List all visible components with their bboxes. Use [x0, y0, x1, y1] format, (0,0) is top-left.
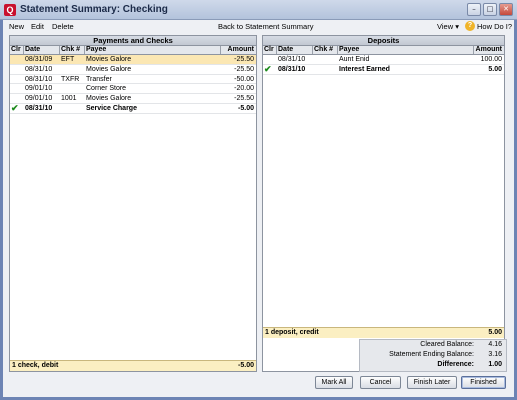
- how-do-i-link[interactable]: How Do I?: [477, 22, 512, 31]
- deposits-column-headers: Clr Date Chk # Payee Amount: [263, 46, 504, 55]
- payments-rows: 08/31/09 EFT Movies Galore -25.50 08/31/…: [10, 55, 256, 114]
- payments-title: Payments and Checks: [10, 36, 256, 46]
- payments-column-headers: Clr Date Chk # Payee Amount: [10, 46, 256, 55]
- deposits-footer-total: 5.00: [488, 329, 502, 336]
- menu-bar: New Edit Delete Back to Statement Summar…: [3, 20, 514, 33]
- cleared-balance-row: Cleared Balance: 4.16: [420, 341, 502, 348]
- deposits-footer: 1 deposit, credit 5.00: [263, 327, 504, 338]
- table-row[interactable]: 08/31/10 Movies Galore -25.50: [10, 65, 256, 75]
- minimize-icon[interactable]: –: [467, 3, 481, 16]
- table-row[interactable]: 09/01/10 Corner Store -20.00: [10, 84, 256, 95]
- cleared-check-icon[interactable]: ✔: [263, 65, 277, 74]
- col-date[interactable]: Date: [277, 46, 313, 54]
- table-row[interactable]: 08/31/09 EFT Movies Galore -25.50: [10, 55, 256, 65]
- deposits-footer-label: 1 deposit, credit: [265, 329, 319, 336]
- app-window: Q Statement Summary: Checking – □ ✕ New …: [0, 0, 517, 400]
- finish-later-button[interactable]: Finish Later: [407, 376, 457, 389]
- table-row[interactable]: 08/31/10 TXFR Transfer -50.00: [10, 75, 256, 85]
- deposits-rows: 08/31/10 Aunt Enid 100.00 ✔ 08/31/10 Int…: [263, 55, 504, 75]
- deposits-panel: Deposits Clr Date Chk # Payee Amount 08/…: [262, 35, 505, 372]
- table-row[interactable]: 08/31/10 Aunt Enid 100.00: [263, 55, 504, 65]
- finished-button[interactable]: Finished: [461, 376, 506, 389]
- close-icon[interactable]: ✕: [499, 3, 513, 16]
- col-payee[interactable]: Payee: [85, 46, 221, 54]
- col-clr[interactable]: Clr: [263, 46, 277, 54]
- col-payee[interactable]: Payee: [338, 46, 474, 54]
- table-row[interactable]: 09/01/10 1001 Movies Galore -25.50: [10, 94, 256, 104]
- payments-panel: Payments and Checks Clr Date Chk # Payee…: [9, 35, 257, 372]
- table-row[interactable]: ✔ 08/31/10 Service Charge -5.00: [10, 104, 256, 114]
- maximize-icon[interactable]: □: [483, 3, 497, 16]
- payments-footer-total: -5.00: [238, 362, 254, 369]
- difference-row: Difference: 1.00: [437, 361, 502, 368]
- menu-new[interactable]: New: [9, 22, 24, 31]
- cleared-balance-value: 4.16: [488, 341, 502, 348]
- title-bar: Q Statement Summary: Checking – □ ✕: [0, 0, 517, 20]
- menu-delete[interactable]: Delete: [52, 22, 74, 31]
- ending-balance-row: Statement Ending Balance: 3.16: [389, 351, 502, 358]
- col-date[interactable]: Date: [24, 46, 60, 54]
- col-clr[interactable]: Clr: [10, 46, 24, 54]
- difference-value: 1.00: [488, 361, 502, 368]
- cleared-check-icon[interactable]: ✔: [10, 104, 24, 113]
- payments-footer-label: 1 check, debit: [12, 362, 59, 369]
- mark-all-button[interactable]: Mark All: [315, 376, 353, 389]
- back-to-statement-summary-link[interactable]: Back to Statement Summary: [218, 22, 313, 31]
- view-menu[interactable]: View ▾: [437, 22, 459, 31]
- help-icon[interactable]: ?: [465, 21, 475, 31]
- menu-edit[interactable]: Edit: [31, 22, 44, 31]
- col-chk[interactable]: Chk #: [60, 46, 85, 54]
- col-amount[interactable]: Amount: [221, 46, 256, 54]
- col-chk[interactable]: Chk #: [313, 46, 338, 54]
- table-row[interactable]: ✔ 08/31/10 Interest Earned 5.00: [263, 65, 504, 75]
- cancel-button[interactable]: Cancel: [360, 376, 401, 389]
- quicken-logo-icon: Q: [4, 4, 16, 16]
- col-amount[interactable]: Amount: [474, 46, 504, 54]
- payments-footer: 1 check, debit -5.00: [10, 360, 256, 371]
- deposits-title: Deposits: [263, 36, 504, 46]
- window-title: Statement Summary: Checking: [20, 4, 168, 15]
- balance-summary: Cleared Balance: 4.16 Statement Ending B…: [359, 339, 507, 372]
- client-area: New Edit Delete Back to Statement Summar…: [3, 20, 514, 397]
- ending-balance-value: 3.16: [488, 351, 502, 358]
